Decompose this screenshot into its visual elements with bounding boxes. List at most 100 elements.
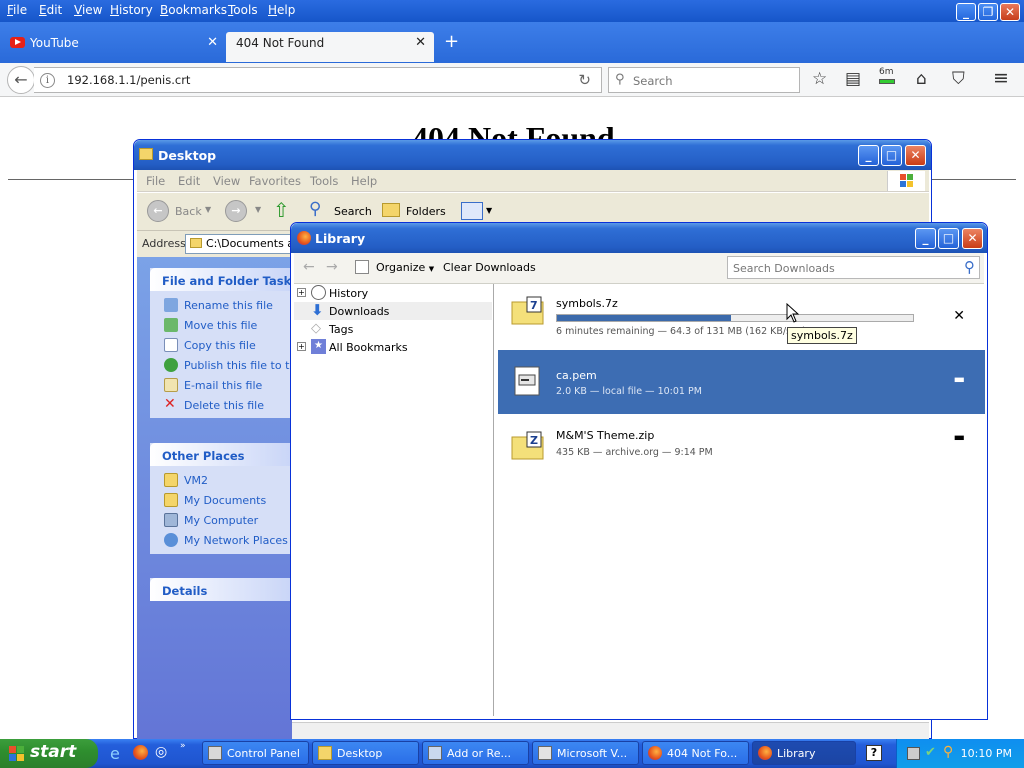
help-icon[interactable]: ? [866, 745, 882, 761]
back-arrow-icon[interactable]: ← [303, 259, 315, 275]
folders-icon[interactable] [382, 203, 400, 217]
tab-youtube[interactable]: YouTube ✕ [0, 32, 226, 62]
search-input[interactable]: ⚲ Search [608, 67, 800, 93]
menu-file[interactable]: File [146, 174, 165, 188]
close-button[interactable]: ✕ [962, 228, 983, 249]
forward-arrow-icon[interactable]: → [225, 200, 247, 222]
close-tab-icon[interactable]: ✕ [207, 32, 218, 54]
pocket-icon[interactable]: ⛉ [952, 69, 965, 89]
folders-button[interactable]: Folders [406, 205, 446, 218]
back-button[interactable]: Back [175, 205, 202, 218]
start-button[interactable]: start [0, 739, 98, 768]
panel-header[interactable]: Other Places [150, 443, 300, 466]
expand-icon[interactable]: + [297, 288, 306, 297]
close-tab-icon[interactable]: ✕ [415, 32, 426, 54]
cancel-download-icon[interactable]: ✕ [953, 308, 965, 324]
taskbar-control-panel[interactable]: Control Panel [202, 741, 309, 765]
open-folder-icon[interactable]: ▬ [954, 372, 965, 386]
library-titlebar[interactable]: Library _ □ ✕ [291, 223, 987, 253]
reload-icon[interactable]: ↻ [578, 71, 591, 89]
tree-item-downloads[interactable]: ⬇ Downloads [294, 302, 492, 320]
restore-button[interactable]: ❐ [978, 3, 998, 21]
tree-item-all-bookmarks[interactable]: + ★ All Bookmarks [294, 338, 492, 356]
search-icon[interactable]: ⚲ [964, 258, 975, 276]
place-my-documents[interactable]: My Documents [150, 490, 300, 510]
maximize-button[interactable]: □ [881, 145, 902, 166]
menu-file[interactable]: File [7, 3, 27, 17]
chevron-down-icon[interactable]: ▼ [205, 205, 211, 214]
open-folder-icon[interactable]: ▬ [954, 430, 965, 444]
menu-help[interactable]: Help [268, 3, 295, 17]
pocket-badge[interactable]: 6m [879, 67, 895, 87]
views-icon[interactable] [461, 202, 483, 220]
new-tab-button[interactable]: + [444, 31, 459, 52]
tab-404[interactable]: 404 Not Found ✕ [226, 32, 434, 62]
taskbar-404[interactable]: 404 Not Fo... [642, 741, 749, 765]
expand-icon[interactable]: + [297, 342, 306, 351]
taskbar-microsoft-v[interactable]: Microsoft V... [532, 741, 639, 765]
horizontal-scrollbar[interactable] [292, 722, 929, 739]
back-arrow-icon[interactable]: ← [147, 200, 169, 222]
chrome-quicklaunch-icon[interactable]: ◎ [155, 744, 167, 760]
task-email[interactable]: E-mail this file [150, 375, 300, 395]
download-item-mms-theme[interactable]: Z M&M'S Theme.zip 435 KB — archive.org —… [498, 417, 985, 481]
quicklaunch-expand-icon[interactable]: » [180, 741, 186, 751]
download-item-ca-pem[interactable]: ca.pem 2.0 KB — local file — 10:01 PM ▬ [498, 350, 985, 414]
place-my-computer[interactable]: My Computer [150, 510, 300, 530]
menu-hamburger-icon[interactable]: ≡ [993, 67, 1009, 89]
place-vm2[interactable]: VM2 [150, 470, 300, 490]
minimize-button[interactable]: _ [956, 3, 976, 21]
menu-history[interactable]: History [110, 3, 153, 17]
home-icon[interactable]: ⌂ [916, 69, 927, 89]
task-rename[interactable]: Rename this file [150, 295, 300, 315]
search-tray-icon[interactable]: ⚲ [943, 744, 953, 760]
bookmark-star-icon[interactable]: ☆ [812, 69, 827, 89]
clear-downloads-button[interactable]: Clear Downloads [443, 261, 536, 274]
menu-favorites[interactable]: Favorites [249, 174, 301, 188]
firefox-icon [648, 746, 662, 760]
menu-edit[interactable]: Edit [178, 174, 200, 188]
security-tray-icon[interactable]: ✔ [925, 745, 936, 760]
ie-quicklaunch-icon[interactable]: e [110, 744, 120, 763]
explorer-titlebar[interactable]: Desktop _ □ ✕ [134, 140, 931, 170]
organize-button[interactable]: Organize ▼ [376, 261, 434, 274]
close-button[interactable]: ✕ [1000, 3, 1020, 21]
minimize-button[interactable]: _ [858, 145, 879, 166]
maximize-button[interactable]: □ [938, 228, 959, 249]
menu-tools[interactable]: Tools [228, 3, 258, 17]
menu-tools[interactable]: Tools [310, 174, 338, 188]
search-button[interactable]: Search [334, 205, 372, 218]
chevron-down-icon[interactable]: ▼ [255, 205, 261, 214]
panel-header[interactable]: Details [150, 578, 300, 601]
url-bar[interactable]: i 192.168.1.1/penis.crt ↻ [34, 67, 602, 93]
menu-view[interactable]: View [74, 3, 102, 17]
taskbar-add-remove[interactable]: Add or Re... [422, 741, 529, 765]
taskbar-library[interactable]: Library [752, 741, 856, 765]
chevron-down-icon[interactable]: ▼ [486, 206, 492, 215]
menu-bookmarks[interactable]: Bookmarks [160, 3, 227, 17]
tree-item-tags[interactable]: ◇ Tags [294, 320, 492, 338]
menu-help[interactable]: Help [351, 174, 377, 188]
menu-view[interactable]: View [213, 174, 240, 188]
reading-list-icon[interactable]: ▤ [845, 69, 861, 89]
taskbar-desktop[interactable]: Desktop [312, 741, 419, 765]
network-tray-icon[interactable] [907, 747, 920, 760]
up-folder-icon[interactable]: ⇧ [273, 198, 290, 222]
task-move[interactable]: Move this file [150, 315, 300, 335]
info-icon[interactable]: i [40, 73, 55, 88]
task-copy[interactable]: Copy this file [150, 335, 300, 355]
forward-arrow-icon[interactable]: → [326, 259, 338, 275]
search-icon[interactable]: ⚲ [309, 199, 321, 219]
back-button[interactable]: ← [7, 66, 35, 94]
download-item-symbols[interactable]: 7 symbols.7z 6 minutes remaining — 64.3 … [498, 284, 985, 348]
task-publish[interactable]: Publish this file to the [150, 355, 300, 375]
close-button[interactable]: ✕ [905, 145, 926, 166]
firefox-quicklaunch-icon[interactable] [133, 745, 148, 760]
tree-item-history[interactable]: + History [294, 284, 492, 302]
task-delete[interactable]: ✕ Delete this file [150, 395, 300, 415]
search-downloads-input[interactable]: Search Downloads ⚲ [727, 256, 980, 279]
place-my-network[interactable]: My Network Places [150, 530, 300, 550]
panel-header[interactable]: File and Folder Tasks [150, 268, 300, 291]
minimize-button[interactable]: _ [915, 228, 936, 249]
menu-edit[interactable]: Edit [39, 3, 62, 17]
